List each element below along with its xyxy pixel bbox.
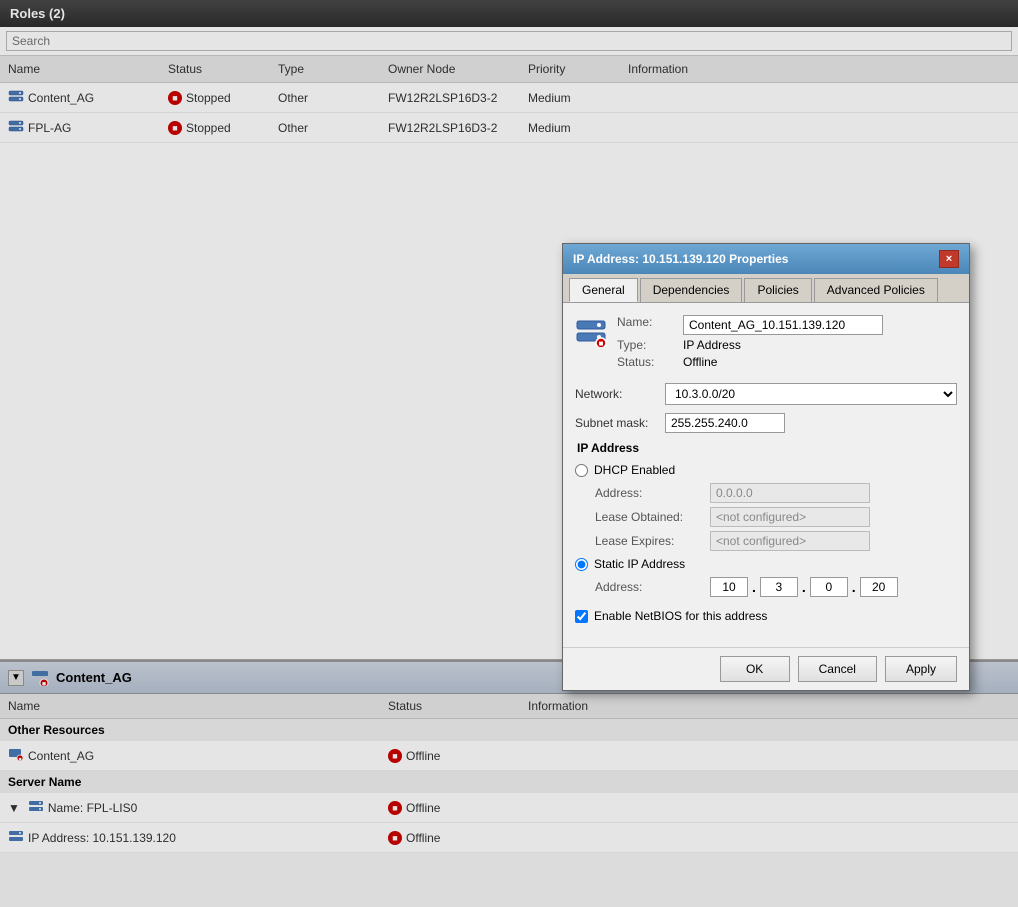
- static-radio-row: Static IP Address: [575, 557, 957, 571]
- network-select[interactable]: 10.3.0.0/20: [665, 383, 957, 405]
- ip-part-3[interactable]: [810, 577, 848, 597]
- tab-dependencies[interactable]: Dependencies: [640, 278, 743, 302]
- type-label: Type:: [617, 338, 677, 352]
- lease-expires-row: Lease Expires:: [595, 531, 957, 551]
- dhcp-radio-row: DHCP Enabled: [575, 463, 957, 477]
- ip-part-4[interactable]: [860, 577, 898, 597]
- info-section: ■ Name: Type: IP Address Status: Offline: [575, 315, 957, 369]
- name-label: Name:: [617, 315, 677, 335]
- lease-obtained-row: Lease Obtained:: [595, 507, 957, 527]
- tab-policies[interactable]: Policies: [744, 278, 811, 302]
- lease-obtained-label: Lease Obtained:: [595, 510, 710, 524]
- dhcp-label: DHCP Enabled: [594, 463, 675, 477]
- netbios-checkbox[interactable]: [575, 610, 588, 623]
- address-label: Address:: [595, 486, 710, 500]
- dialog-title: IP Address: 10.151.139.120 Properties: [573, 252, 788, 266]
- dhcp-radio[interactable]: [575, 464, 588, 477]
- dhcp-fields: Address: Lease Obtained: Lease Expires:: [595, 483, 957, 551]
- tab-general[interactable]: General: [569, 278, 638, 302]
- ip-section-label: IP Address: [577, 441, 957, 455]
- close-button[interactable]: ×: [939, 250, 959, 268]
- subnet-row: Subnet mask:: [575, 413, 957, 433]
- resource-dialog-icon: ■: [575, 315, 607, 347]
- lease-expires-input[interactable]: [710, 531, 870, 551]
- cancel-button[interactable]: Cancel: [798, 656, 877, 682]
- subnet-input[interactable]: [665, 413, 785, 433]
- ip-part-1[interactable]: [710, 577, 748, 597]
- address-input[interactable]: [710, 483, 870, 503]
- ip-dot-3: .: [852, 579, 856, 595]
- dialog-titlebar: IP Address: 10.151.139.120 Properties ×: [563, 244, 969, 274]
- netbios-row: Enable NetBIOS for this address: [575, 609, 957, 623]
- static-label: Static IP Address: [594, 557, 685, 571]
- static-fields: Address: . . .: [595, 577, 957, 597]
- name-input[interactable]: [683, 315, 883, 335]
- status-label: Status:: [617, 355, 677, 369]
- tab-advanced-policies[interactable]: Advanced Policies: [814, 278, 938, 302]
- dialog-tabs: General Dependencies Policies Advanced P…: [563, 274, 969, 303]
- lease-expires-label: Lease Expires:: [595, 534, 710, 548]
- network-row: Network: 10.3.0.0/20: [575, 383, 957, 405]
- static-address-label: Address:: [595, 580, 710, 594]
- address-field-row: Address:: [595, 483, 957, 503]
- network-label: Network:: [575, 387, 665, 401]
- svg-text:■: ■: [599, 339, 604, 347]
- ip-dot-2: .: [802, 579, 806, 595]
- status-value: Offline: [683, 355, 883, 369]
- ip-part-2[interactable]: [760, 577, 798, 597]
- static-address-row: Address: . . .: [595, 577, 957, 597]
- netbios-label: Enable NetBIOS for this address: [594, 609, 767, 623]
- ip-address-boxes: . . .: [710, 577, 898, 597]
- ok-button[interactable]: OK: [720, 656, 790, 682]
- dialog-buttons: OK Cancel Apply: [563, 647, 969, 690]
- apply-button[interactable]: Apply: [885, 656, 957, 682]
- lease-obtained-input[interactable]: [710, 507, 870, 527]
- type-value: IP Address: [683, 338, 883, 352]
- static-radio[interactable]: [575, 558, 588, 571]
- dialog-body: ■ Name: Type: IP Address Status: Offline…: [563, 303, 969, 647]
- info-grid: Name: Type: IP Address Status: Offline: [617, 315, 883, 369]
- subnet-label: Subnet mask:: [575, 416, 665, 430]
- properties-dialog: IP Address: 10.151.139.120 Properties × …: [562, 243, 970, 691]
- ip-dot-1: .: [752, 579, 756, 595]
